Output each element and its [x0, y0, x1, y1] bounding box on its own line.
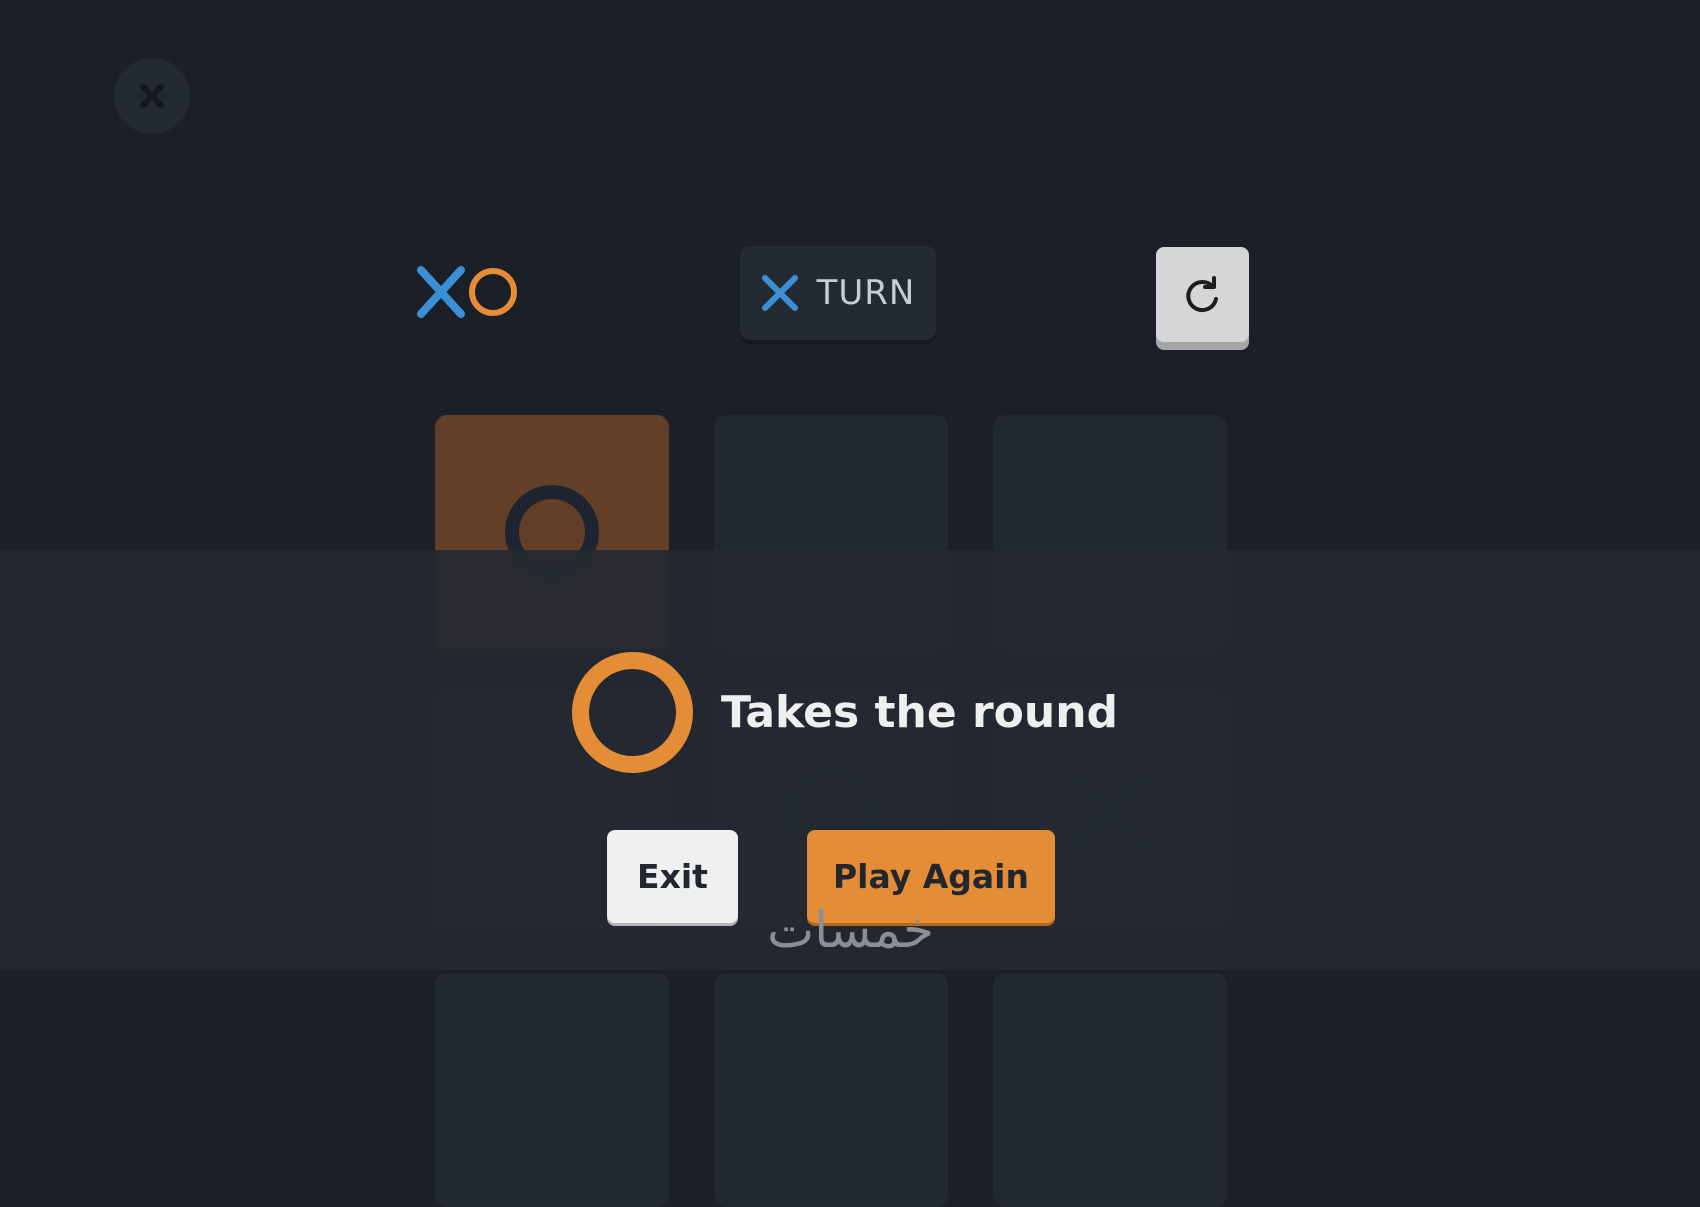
result-banner: Takes the round: [570, 650, 1118, 775]
result-text: Takes the round: [721, 687, 1119, 738]
x-mark-icon: [417, 266, 465, 318]
board-cell[interactable]: [993, 973, 1227, 1207]
close-button[interactable]: [114, 58, 190, 134]
exit-button[interactable]: Exit: [607, 830, 738, 923]
game-logo: [417, 266, 523, 320]
restart-icon: [1185, 275, 1218, 312]
turn-label: TURN: [816, 273, 916, 313]
board-cell[interactable]: [714, 973, 948, 1207]
o-mark-icon: [469, 268, 517, 316]
watermark: خمسات: [767, 901, 934, 959]
close-icon: [140, 84, 164, 108]
x-mark-icon: [761, 275, 798, 311]
turn-indicator: TURN: [740, 246, 936, 340]
winner-o-icon: [572, 652, 693, 773]
restart-button[interactable]: [1156, 247, 1249, 342]
board-cell[interactable]: [435, 973, 669, 1207]
